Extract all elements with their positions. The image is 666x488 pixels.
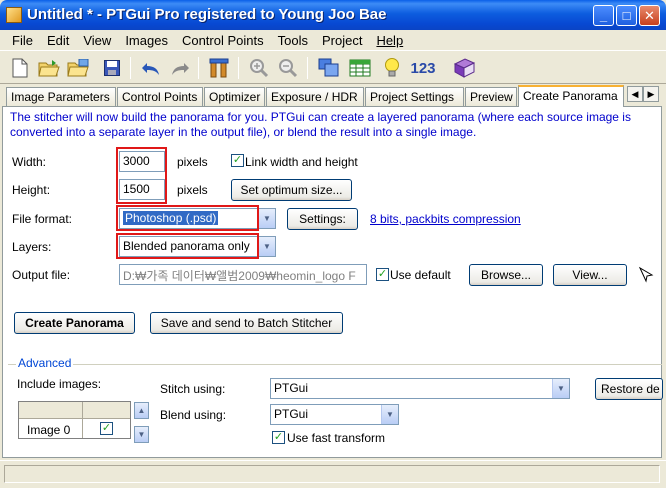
status-panel bbox=[4, 465, 660, 483]
include-images-grid: Image 0 ✓ bbox=[18, 401, 131, 439]
tools-icon[interactable] bbox=[207, 56, 231, 80]
image-row-label: Image 0 bbox=[27, 423, 71, 437]
chevron-down-icon[interactable]: ▼ bbox=[258, 237, 275, 256]
tab-control-points[interactable]: Control Points bbox=[117, 87, 203, 106]
maximize-button[interactable]: □ bbox=[616, 5, 637, 26]
menu-images[interactable]: Images bbox=[118, 33, 175, 48]
layers-highlight bbox=[116, 233, 259, 259]
tab-preview[interactable]: Preview bbox=[465, 87, 517, 106]
use-default-label: Use default bbox=[390, 268, 451, 282]
tab-scroll-right-icon[interactable]: ▶ bbox=[643, 86, 659, 102]
zoom-in-icon[interactable] bbox=[247, 56, 271, 80]
open-recent-icon[interactable] bbox=[66, 56, 90, 80]
settings-button[interactable]: Settings: bbox=[287, 208, 358, 230]
include-images-label: Include images: bbox=[17, 377, 102, 391]
layers-label: Layers: bbox=[12, 240, 52, 254]
stitch-using-label: Stitch using: bbox=[160, 382, 226, 396]
toolbar-separator bbox=[307, 57, 308, 79]
browse-button[interactable]: Browse... bbox=[469, 264, 543, 286]
menu-tools[interactable]: Tools bbox=[271, 33, 315, 48]
chevron-down-icon[interactable]: ▼ bbox=[258, 209, 275, 228]
batch-stitcher-button[interactable]: Save and send to Batch Stitcher bbox=[150, 312, 343, 334]
menu-file[interactable]: File bbox=[5, 33, 40, 48]
tab-image-parameters[interactable]: Image Parameters bbox=[6, 87, 116, 106]
stitch-using-value: PTGui bbox=[274, 381, 309, 395]
save-icon[interactable] bbox=[100, 56, 124, 80]
close-button[interactable]: ✕ bbox=[639, 5, 660, 26]
mouse-cursor-icon bbox=[638, 266, 654, 283]
menu-help[interactable]: Help bbox=[369, 33, 410, 48]
app-icon bbox=[6, 7, 22, 23]
height-label: Height: bbox=[12, 183, 51, 197]
blend-using-select[interactable]: PTGui ▼ bbox=[270, 404, 399, 425]
tab-project-settings[interactable]: Project Settings bbox=[365, 87, 464, 106]
status-bar bbox=[0, 460, 666, 488]
menu-control-points[interactable]: Control Points bbox=[175, 33, 271, 48]
minimize-button[interactable]: _ bbox=[593, 5, 614, 26]
menu-project[interactable]: Project bbox=[315, 33, 369, 48]
table-icon[interactable] bbox=[348, 56, 372, 80]
zoom-out-icon[interactable] bbox=[276, 56, 300, 80]
tab-exposure-hdr[interactable]: Exposure / HDR bbox=[266, 87, 364, 106]
create-panorama-button[interactable]: Create Panorama bbox=[14, 312, 135, 334]
blend-using-value: PTGui bbox=[274, 407, 309, 421]
view-button[interactable]: View... bbox=[553, 264, 627, 286]
toolbar-separator bbox=[130, 57, 131, 79]
tab-create-panorama[interactable]: Create Panorama bbox=[518, 85, 624, 107]
grid-scroll-up-icon[interactable]: ▲ bbox=[134, 402, 149, 419]
toolbar-separator bbox=[198, 57, 199, 79]
intro-text: The stitcher will now build the panorama… bbox=[10, 110, 631, 139]
book-icon[interactable] bbox=[452, 56, 476, 80]
redo-icon[interactable] bbox=[168, 56, 192, 80]
menu-view[interactable]: View bbox=[76, 33, 118, 48]
tab-bar: Image Parameters Control Points Optimize… bbox=[0, 85, 666, 107]
tab-optimizer[interactable]: Optimizer bbox=[204, 87, 265, 106]
width-label: Width: bbox=[12, 155, 47, 169]
use-default-checkbox[interactable]: ✓ bbox=[376, 268, 389, 281]
link-label: Link width and height bbox=[245, 155, 358, 169]
width-unit: pixels bbox=[177, 155, 208, 169]
grid-column-separator bbox=[82, 402, 83, 438]
output-file-input[interactable]: D:₩가족 데이터₩앨범2009₩heomin_logo F bbox=[119, 264, 367, 285]
undo-icon[interactable] bbox=[139, 56, 163, 80]
chevron-down-icon[interactable]: ▼ bbox=[552, 379, 569, 398]
chevron-down-icon[interactable]: ▼ bbox=[381, 405, 398, 424]
size-highlight bbox=[116, 147, 167, 204]
title-bar: Untitled * - PTGui Pro registered to You… bbox=[0, 0, 666, 30]
menu-bar: File Edit View Images Control Points Too… bbox=[0, 30, 666, 50]
height-unit: pixels bbox=[177, 183, 208, 197]
grid-scroll-down-icon[interactable]: ▼ bbox=[134, 426, 149, 443]
fast-transform-label: Use fast transform bbox=[287, 431, 386, 445]
tab-scroll-left-icon[interactable]: ◀ bbox=[627, 86, 643, 102]
stitch-using-select[interactable]: PTGui ▼ bbox=[270, 378, 570, 399]
file-format-label: File format: bbox=[12, 212, 73, 226]
grid-header bbox=[19, 402, 130, 419]
link-checkbox[interactable]: ✓ bbox=[231, 154, 244, 167]
menu-edit[interactable]: Edit bbox=[40, 33, 76, 48]
open-folder-icon[interactable] bbox=[37, 56, 61, 80]
window-title: Untitled * - PTGui Pro registered to You… bbox=[27, 6, 387, 23]
toolbar: 123 bbox=[0, 50, 666, 84]
fast-transform-checkbox[interactable]: ✓ bbox=[272, 431, 285, 444]
new-file-icon[interactable] bbox=[8, 56, 32, 80]
numbers-icon[interactable]: 123 bbox=[408, 56, 438, 80]
lightbulb-icon[interactable] bbox=[380, 56, 404, 80]
advanced-title: Advanced bbox=[16, 356, 74, 370]
format-highlight bbox=[116, 205, 259, 231]
optimum-size-button[interactable]: Set optimum size... bbox=[231, 179, 352, 201]
panorama-editor-icon[interactable] bbox=[317, 56, 341, 80]
advanced-divider bbox=[8, 364, 662, 365]
settings-link[interactable]: 8 bits, packbits compression bbox=[370, 212, 521, 226]
restore-defaults-button[interactable]: Restore de bbox=[595, 378, 663, 400]
output-file-label: Output file: bbox=[12, 268, 71, 282]
blend-using-label: Blend using: bbox=[160, 408, 227, 422]
toolbar-separator bbox=[238, 57, 239, 79]
image-include-checkbox[interactable]: ✓ bbox=[100, 422, 113, 435]
